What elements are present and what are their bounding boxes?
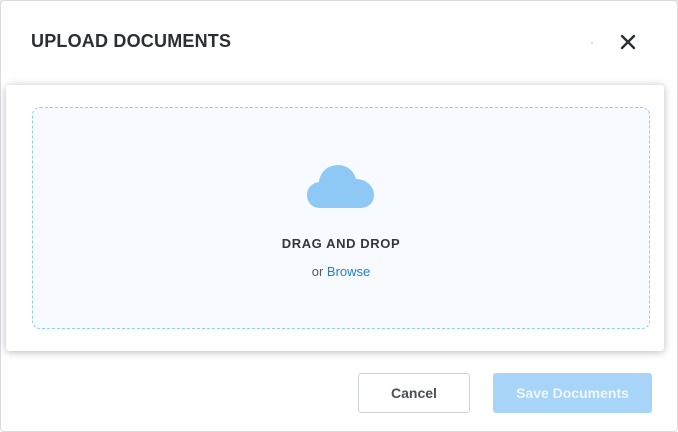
- modal-title: UPLOAD DOCUMENTS: [31, 31, 232, 51]
- or-text: or: [311, 264, 324, 279]
- modal-body: DRAG AND DROP or Browse: [6, 85, 664, 351]
- browse-link[interactable]: Browse: [327, 264, 370, 279]
- upload-documents-screen: UPLOAD DOCUMENTS DRAG AND DROP or Browse: [0, 0, 678, 432]
- modal-header: UPLOAD DOCUMENTS: [1, 1, 677, 83]
- modal-footer: Cancel Save Documents: [1, 353, 677, 431]
- save-documents-button[interactable]: Save Documents: [493, 373, 652, 413]
- cloud-icon: [307, 165, 374, 208]
- header-dot-decoration: [591, 42, 593, 44]
- cancel-button[interactable]: Cancel: [358, 373, 470, 413]
- close-button[interactable]: [613, 27, 643, 57]
- upload-documents-modal: UPLOAD DOCUMENTS DRAG AND DROP or Browse: [0, 0, 678, 432]
- close-icon: [620, 34, 636, 50]
- browse-line: or Browse: [33, 264, 649, 279]
- drag-and-drop-text: DRAG AND DROP: [281, 236, 401, 251]
- file-dropzone[interactable]: DRAG AND DROP or Browse: [32, 107, 650, 329]
